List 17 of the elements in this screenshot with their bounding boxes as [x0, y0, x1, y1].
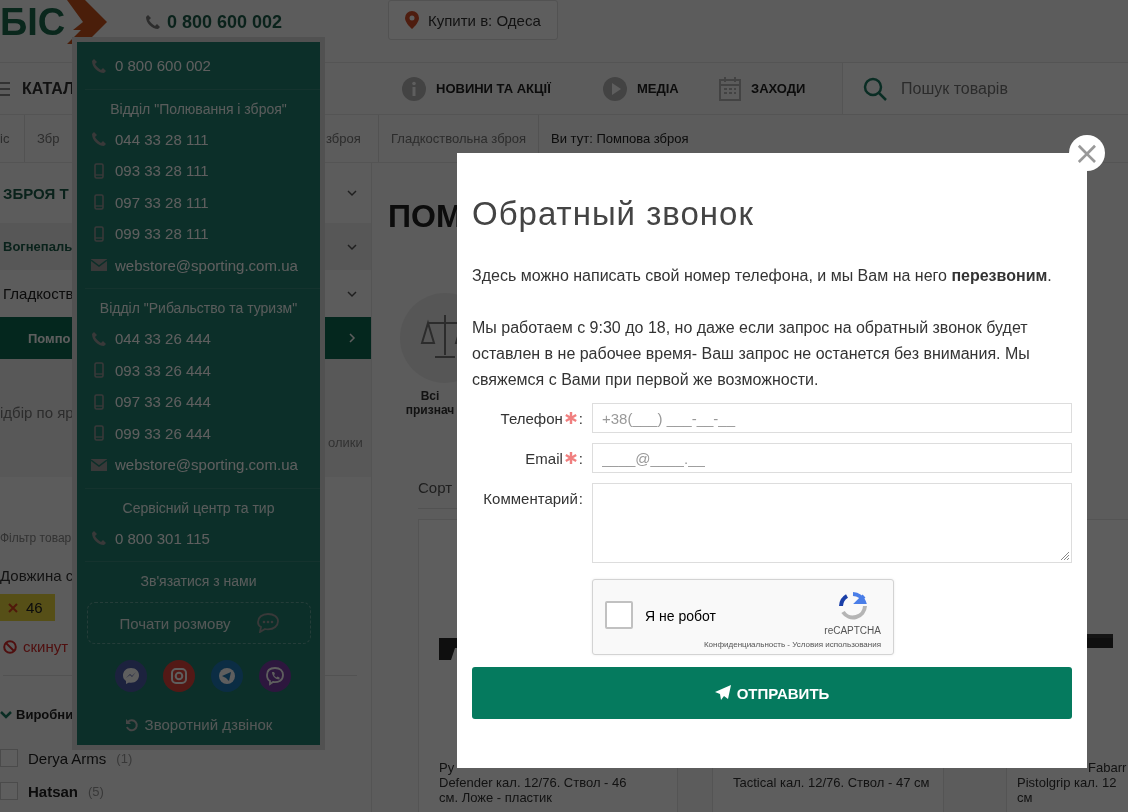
section-heading: Відділ "Полювання і зброя" [109, 99, 288, 119]
field-label: Телефон [500, 409, 563, 427]
dialog-text: Мы работаем с 9:30 до 18, но даже если запрос на обратный звонок будет оставлен в не рабочее время- Ваш запрос не останется без внимания. Мы свяжемся с Вами при первой же возможности. [472, 318, 1031, 390]
field-label: Комментарий [483, 489, 578, 507]
captcha-label: Я не робот [645, 608, 716, 624]
label-colon: : [578, 489, 583, 507]
label-colon: : [578, 449, 583, 467]
section-heading: Сервісний центр та тир [121, 498, 276, 518]
label-colon: : [578, 409, 583, 427]
dialog-title: Обратный звонок [472, 195, 755, 233]
section-heading: Зв'язатися з нами [139, 572, 258, 591]
section-heading: Відділ "Рибальство та туризм" [98, 299, 299, 318]
field-label: Email [525, 449, 563, 467]
dialog-text: Здесь можно написать свой номер телефона, и мы Вам на него перезвоним. [472, 266, 1053, 286]
filter-heading: Виробни [16, 707, 74, 722]
filter-name: Довжина с [0, 567, 74, 584]
captcha-brand: reCAPTCHA [824, 625, 881, 636]
